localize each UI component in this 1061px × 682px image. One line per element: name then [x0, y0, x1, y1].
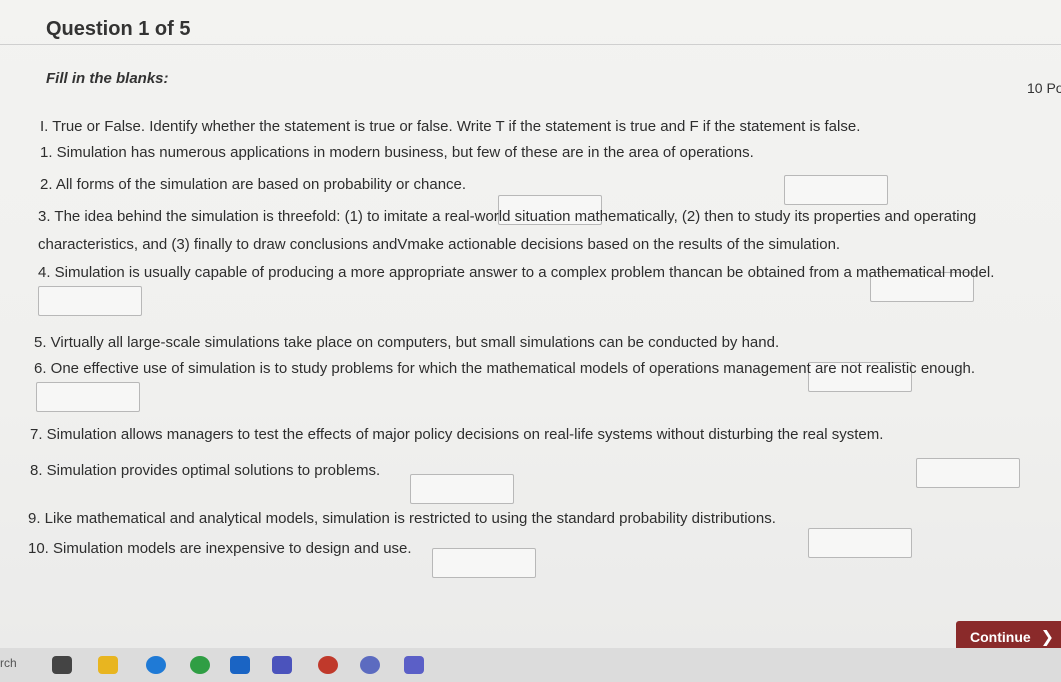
points-label: 10 Po — [1027, 80, 1061, 96]
edge-icon[interactable] — [146, 656, 166, 674]
header-divider — [0, 44, 1061, 45]
task-view-icon[interactable] — [52, 656, 72, 674]
wps-icon[interactable] — [318, 656, 338, 674]
chevron-right-icon: ❯ — [1040, 628, 1055, 646]
taskbar-search[interactable]: rch — [0, 656, 17, 670]
answer-blank-4[interactable] — [38, 286, 142, 316]
instruction-label: Fill in the blanks: — [46, 70, 169, 87]
file-explorer-icon[interactable] — [98, 656, 118, 674]
statement-5: 5. Virtually all large-scale simulations… — [34, 334, 780, 351]
statement-8: 8. Simulation provides optimal solutions… — [30, 462, 381, 479]
statement-3-line-1: 3. The idea behind the simulation is thr… — [38, 208, 977, 225]
statement-6: 6. One effective use of simulation is to… — [34, 360, 976, 377]
chrome-icon[interactable] — [190, 656, 210, 674]
statement-10: 10. Simulation models are inexpensive to… — [28, 540, 412, 557]
statement-7: 7. Simulation allows managers to test th… — [30, 426, 884, 443]
outlook-icon[interactable] — [230, 656, 250, 674]
answer-blank-7[interactable] — [916, 458, 1020, 488]
taskbar: rch — [0, 648, 1061, 682]
statement-3-line-2: characteristics, and (3) finally to draw… — [38, 236, 841, 253]
statement-9: 9. Like mathematical and analytical mode… — [28, 510, 776, 527]
answer-blank-1[interactable] — [784, 175, 888, 205]
answer-blank-6[interactable] — [36, 382, 140, 412]
teams-icon[interactable] — [272, 656, 292, 674]
teams-chat-icon[interactable] — [404, 656, 424, 674]
question-header: Question 1 of 5 — [46, 18, 191, 40]
continue-label: Continue — [970, 628, 1031, 645]
intro-text: I. True or False. Identify whether the s… — [40, 118, 861, 135]
quiz-page: Question 1 of 5 Fill in the blanks: 10 P… — [0, 0, 1061, 652]
copilot-icon[interactable] — [360, 656, 380, 674]
statement-4: 4. Simulation is usually capable of prod… — [38, 264, 995, 281]
answer-blank-9[interactable] — [808, 528, 912, 558]
answer-blank-10[interactable] — [432, 548, 536, 578]
statement-1: 1. Simulation has numerous applications … — [40, 144, 754, 161]
answer-blank-8[interactable] — [410, 474, 514, 504]
statement-2: 2. All forms of the simulation are based… — [40, 176, 467, 193]
